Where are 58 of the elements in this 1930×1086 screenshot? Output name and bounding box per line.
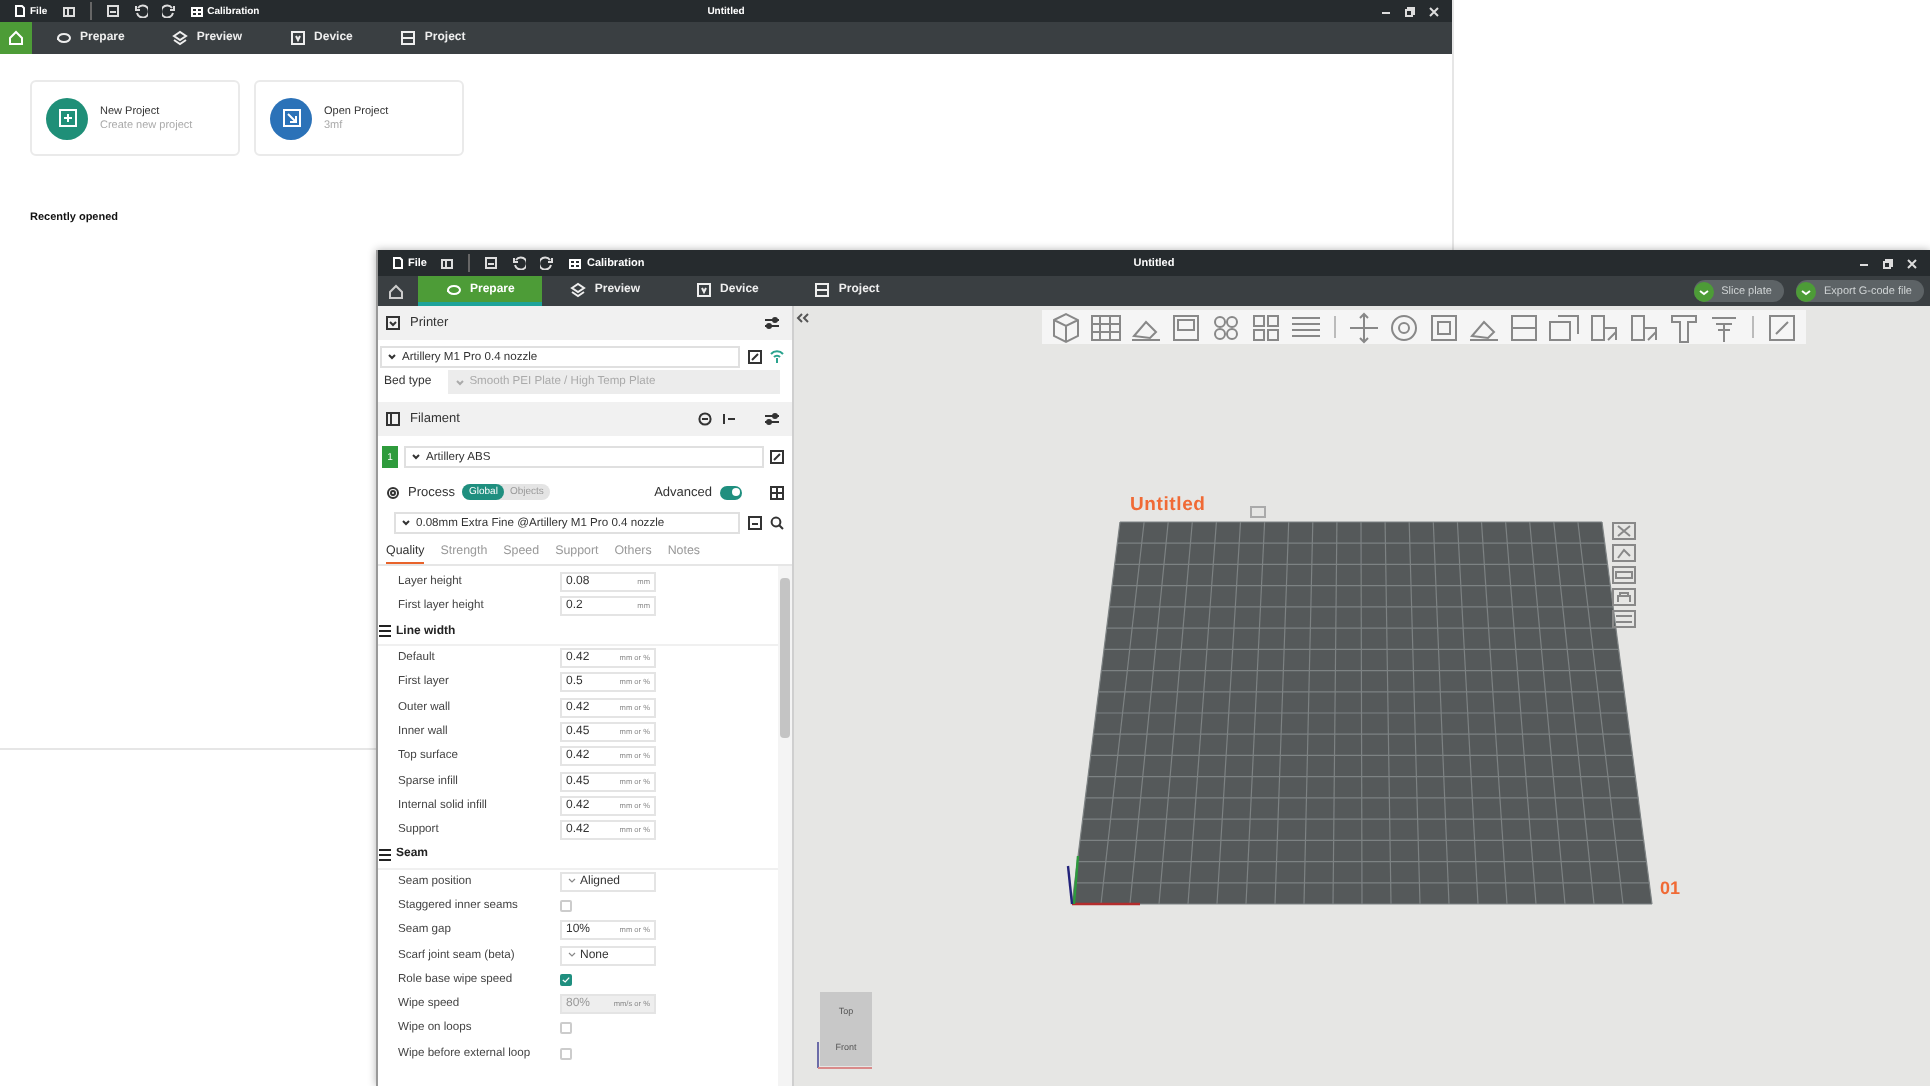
axes-icon bbox=[817, 1042, 873, 1069]
panel-icon[interactable] bbox=[61, 5, 76, 17]
corner-icon[interactable] bbox=[1626, 309, 1662, 345]
maximize-icon[interactable] bbox=[1404, 5, 1416, 17]
caret-icon[interactable] bbox=[402, 520, 410, 526]
home-icon[interactable] bbox=[387, 283, 403, 299]
section-icon[interactable] bbox=[378, 624, 392, 639]
layers-icon[interactable] bbox=[172, 30, 189, 46]
scale-icon[interactable] bbox=[1426, 309, 1462, 345]
printer-icon[interactable] bbox=[386, 316, 400, 330]
assembly-icon[interactable] bbox=[1764, 309, 1800, 345]
frame-icon[interactable] bbox=[1168, 309, 1204, 345]
add-icon bbox=[46, 97, 88, 139]
grid-icon[interactable] bbox=[189, 5, 204, 17]
undo-icon[interactable] bbox=[512, 256, 527, 270]
checkbox[interactable] bbox=[560, 900, 572, 912]
compare-icon[interactable] bbox=[770, 485, 784, 499]
maximize-icon[interactable] bbox=[1882, 257, 1894, 269]
open-icon bbox=[270, 97, 312, 139]
caret-icon[interactable] bbox=[388, 354, 396, 360]
search-icon[interactable] bbox=[770, 516, 784, 530]
device-icon[interactable] bbox=[696, 281, 713, 297]
advanced-switch[interactable] bbox=[720, 485, 742, 499]
axes-icon bbox=[1066, 855, 1140, 906]
caret-icon[interactable] bbox=[412, 454, 420, 460]
spool-icon[interactable] bbox=[386, 412, 400, 426]
undo-icon[interactable] bbox=[133, 4, 148, 18]
plate-number: 01 bbox=[1660, 878, 1681, 898]
check-icon bbox=[1693, 281, 1714, 301]
text-icon[interactable] bbox=[1666, 309, 1702, 345]
rotate-icon[interactable] bbox=[1386, 309, 1422, 345]
split-icon[interactable] bbox=[1506, 309, 1542, 345]
move-icon[interactable] bbox=[1346, 309, 1382, 345]
caret-icon bbox=[568, 952, 576, 959]
project-icon[interactable] bbox=[814, 281, 831, 297]
project-icon[interactable] bbox=[400, 30, 417, 46]
redo-icon[interactable] bbox=[540, 256, 555, 270]
grid-icon[interactable] bbox=[568, 257, 583, 269]
file-icon[interactable] bbox=[392, 256, 404, 270]
section-icon[interactable] bbox=[378, 847, 392, 862]
redo-icon[interactable] bbox=[161, 4, 176, 18]
collapse-icon[interactable] bbox=[796, 312, 810, 324]
check-icon bbox=[1795, 281, 1816, 301]
corner-icon[interactable] bbox=[1586, 309, 1622, 345]
frame-icon[interactable] bbox=[1612, 566, 1636, 584]
layers-icon[interactable] bbox=[570, 281, 587, 297]
scrollbar[interactable] bbox=[778, 566, 792, 1086]
checkbox[interactable] bbox=[560, 1047, 572, 1060]
wifi-icon[interactable] bbox=[770, 350, 784, 364]
checkbox[interactable] bbox=[560, 973, 572, 986]
save-icon[interactable] bbox=[748, 516, 762, 530]
caret-icon bbox=[568, 878, 576, 885]
squares-icon[interactable] bbox=[1248, 309, 1284, 345]
checkbox[interactable] bbox=[560, 1022, 572, 1035]
device-icon[interactable] bbox=[290, 30, 307, 46]
panel-icon[interactable] bbox=[440, 257, 455, 269]
gear-icon[interactable] bbox=[386, 485, 400, 499]
file-icon[interactable] bbox=[14, 4, 26, 18]
